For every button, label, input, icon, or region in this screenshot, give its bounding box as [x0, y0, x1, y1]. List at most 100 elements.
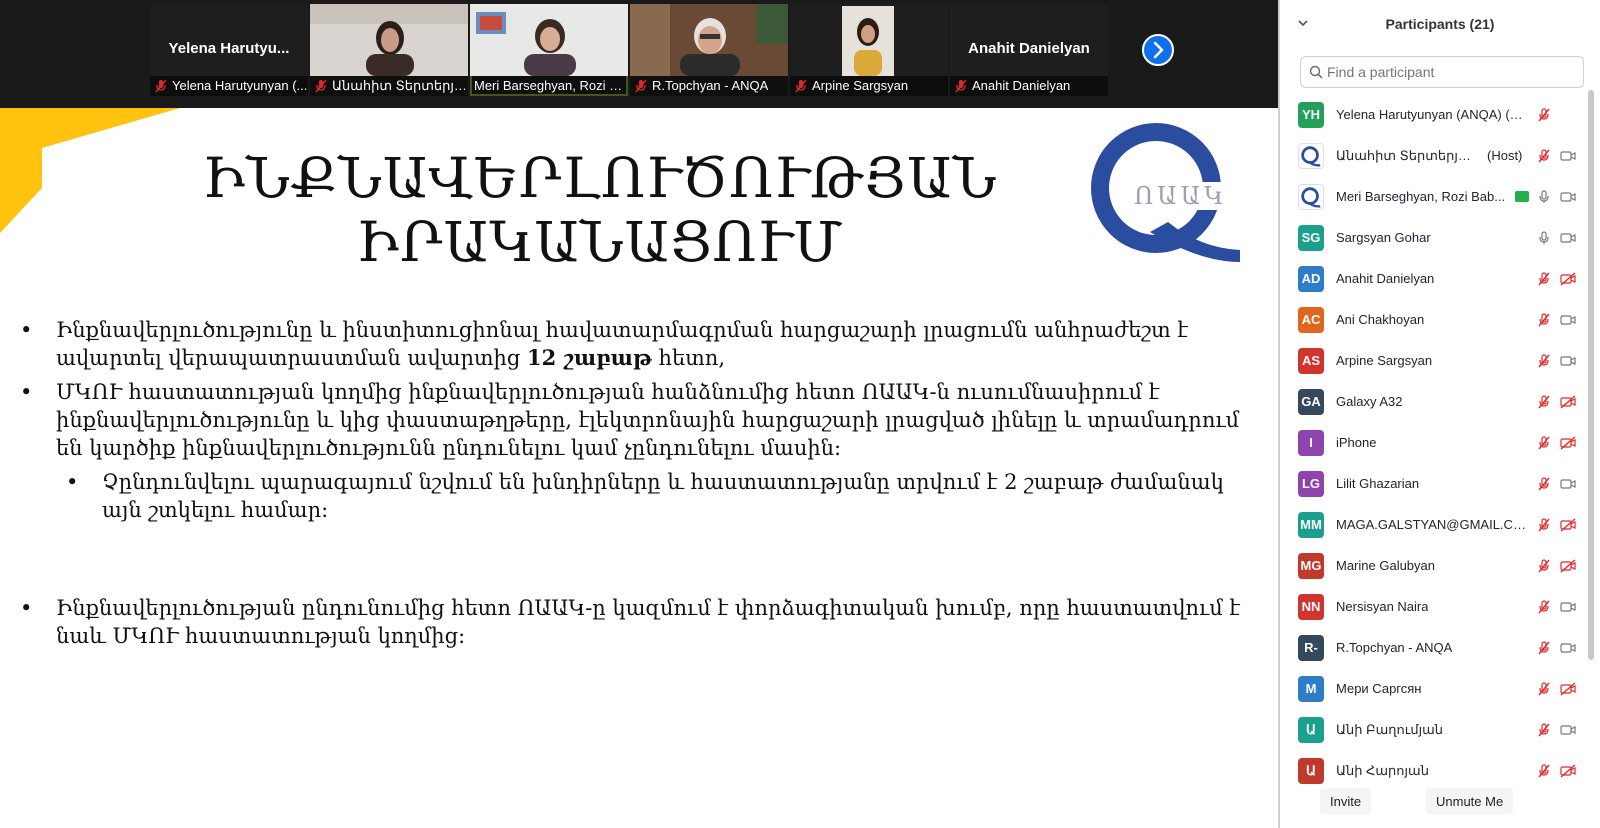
- avatar: MM: [1298, 512, 1324, 538]
- participant-name: Meri Barseghyan, Rozi Bab...: [1336, 189, 1506, 204]
- participant-name: Lilit Ghazarian: [1336, 476, 1420, 491]
- participants-panel: Participants (21) YH Yelena Harutyunyan (…: [1280, 0, 1600, 828]
- participant-name: Անի Բաղումյան: [1336, 722, 1444, 737]
- video-tile-meri[interactable]: Meri Barseghyan, Rozi B...: [470, 4, 628, 96]
- participant-name: MAGA.GALSTYAN@GMAIL.COM...: [1336, 517, 1526, 532]
- video-tile-anahit-t[interactable]: Անահիտ Տերտերյա...: [310, 4, 468, 96]
- mic-icon[interactable]: [1536, 189, 1552, 205]
- participant-row[interactable]: NN Nersisyan Naira: [1280, 586, 1586, 627]
- video-tile-topchyan[interactable]: R.Topchyan - ANQA: [630, 4, 788, 96]
- avatar: AC: [1298, 307, 1324, 333]
- mic-muted-icon[interactable]: [1536, 763, 1552, 779]
- participant-video: [790, 4, 948, 76]
- mic-muted-icon[interactable]: [1536, 517, 1552, 533]
- participant-name: Marine Galubyan: [1336, 558, 1435, 573]
- avatar: [1298, 143, 1324, 169]
- search-input[interactable]: [1327, 61, 1577, 83]
- participant-name: Sargsyan Gohar: [1336, 230, 1431, 245]
- participants-header: Participants (21): [1280, 0, 1600, 48]
- tile-name: Yelena Harutyu...: [168, 40, 290, 57]
- participant-row[interactable]: Meri Barseghyan, Rozi Bab...: [1280, 176, 1586, 217]
- host-tag: (Host): [1487, 148, 1523, 163]
- participant-row[interactable]: AC Ani Chakhoyan: [1280, 299, 1586, 340]
- video-icon[interactable]: [1560, 722, 1576, 738]
- participant-row[interactable]: MG Marine Galubyan: [1280, 545, 1586, 586]
- slide-title-line1: ԻՆՔՆԱՎԵՐԼՈՒԾՈՒԹՅԱՆ: [202, 146, 998, 210]
- video-icon[interactable]: [1560, 189, 1576, 205]
- video-icon[interactable]: [1560, 476, 1576, 492]
- mic-muted-icon[interactable]: [1536, 640, 1552, 656]
- participant-row[interactable]: M Мери Саргсян: [1280, 668, 1586, 709]
- video-tile-arpine[interactable]: Arpine Sargsyan: [790, 4, 948, 96]
- participant-video: [630, 4, 788, 76]
- mic-muted-icon[interactable]: [1536, 148, 1552, 164]
- avatar: R-: [1298, 635, 1324, 661]
- video-off-icon[interactable]: [1560, 271, 1576, 287]
- search-icon: [1309, 65, 1323, 79]
- bullet-list: • Ինքնավերլուծությունը և ինստիտուցիոնալ …: [20, 316, 1250, 650]
- mic-icon[interactable]: [1536, 230, 1552, 246]
- participant-row[interactable]: IiPhone: [1280, 422, 1586, 463]
- mic-muted-icon[interactable]: [1536, 435, 1552, 451]
- invite-button[interactable]: Invite: [1320, 788, 1372, 814]
- tile-caption: Anahit Danielyan: [950, 76, 1108, 96]
- avatar: Ա: [1298, 717, 1324, 743]
- video-icon[interactable]: [1560, 353, 1576, 369]
- participant-row[interactable]: YH Yelena Harutyunyan (ANQA) (Me): [1280, 94, 1586, 135]
- video-off-icon[interactable]: [1560, 681, 1576, 697]
- mic-muted-icon[interactable]: [1536, 476, 1552, 492]
- participant-row[interactable]: R- R.Topchyan - ANQA: [1280, 627, 1586, 668]
- avatar: Ա: [1298, 758, 1324, 784]
- mic-muted-icon[interactable]: [1536, 353, 1552, 369]
- tile-caption: Yelena Harutyunyan (...: [150, 76, 308, 96]
- logo-text: ՈԱԱԿ: [1134, 182, 1228, 210]
- avatar: MG: [1298, 553, 1324, 579]
- video-off-icon[interactable]: [1560, 763, 1576, 779]
- avatar: I: [1298, 430, 1324, 456]
- mic-muted-icon[interactable]: [1536, 271, 1552, 287]
- unmute-me-button[interactable]: Unmute Me: [1426, 788, 1514, 814]
- participant-name: R.Topchyan - ANQA: [1336, 640, 1453, 655]
- participant-row[interactable]: AS Arpine Sargsyan: [1280, 340, 1586, 381]
- participant-row[interactable]: AD Anahit Danielyan: [1280, 258, 1586, 299]
- participant-list: YH Yelena Harutyunyan (ANQA) (Me) Անահիտ Տ…: [1280, 94, 1586, 791]
- video-tile-yelena[interactable]: Yelena Harutyu... Yelena Harutyunyan (..…: [150, 4, 308, 96]
- mic-muted-icon: [955, 79, 967, 93]
- mic-muted-icon[interactable]: [1536, 681, 1552, 697]
- video-icon[interactable]: [1560, 640, 1576, 656]
- participant-row[interactable]: LG Lilit Ghazarian: [1280, 463, 1586, 504]
- video-icon[interactable]: [1560, 230, 1576, 246]
- participant-name: Мери Саргсян: [1336, 681, 1422, 696]
- next-page-button[interactable]: [1142, 34, 1174, 66]
- mic-muted-icon: [795, 79, 807, 93]
- participant-row[interactable]: MM MAGA.GALSTYAN@GMAIL.COM...: [1280, 504, 1586, 545]
- participant-row[interactable]: Ա Անի Բաղումյան: [1280, 709, 1586, 750]
- bullet-item: • Ինքնավերլուծության ընդունումից հետո ՈԱ…: [20, 596, 1241, 648]
- mic-muted-icon[interactable]: [1536, 599, 1552, 615]
- anqa-logo: ՈԱԱԿ: [1090, 122, 1250, 264]
- mic-muted-icon[interactable]: [1536, 394, 1552, 410]
- mic-muted-icon[interactable]: [1536, 558, 1552, 574]
- participant-row[interactable]: GA Galaxy A32: [1280, 381, 1586, 422]
- mic-muted-icon[interactable]: [1536, 722, 1552, 738]
- shared-slide: ԻՆՔՆԱՎԵՐԼՈՒԾՈՒԹՅԱՆ ԻՐԱԿԱՆԱՑՈՒՄ ՈԱԱԿ • Ին…: [0, 108, 1280, 828]
- participant-row[interactable]: Անահիտ Տերտերյան/Ո... (Host): [1280, 135, 1586, 176]
- video-off-icon[interactable]: [1560, 435, 1576, 451]
- participant-name: Galaxy A32: [1336, 394, 1403, 409]
- video-tile-anahit-d[interactable]: Anahit Danielyan Anahit Danielyan: [950, 4, 1108, 96]
- mic-muted-icon[interactable]: [1536, 107, 1552, 123]
- mic-muted-icon[interactable]: [1536, 312, 1552, 328]
- video-off-icon[interactable]: [1560, 558, 1576, 574]
- participant-video: [310, 4, 468, 76]
- scrollbar[interactable]: [1588, 90, 1594, 660]
- video-off-icon[interactable]: [1560, 394, 1576, 410]
- video-icon[interactable]: [1560, 148, 1576, 164]
- bullet-item: • Ինքնավերլուծությունը և ինստիտուցիոնալ …: [20, 318, 1189, 370]
- video-off-icon[interactable]: [1560, 517, 1576, 533]
- avatar: LG: [1298, 471, 1324, 497]
- video-strip: Yelena Harutyu... Yelena Harutyunyan (..…: [0, 0, 1280, 108]
- video-icon[interactable]: [1560, 312, 1576, 328]
- participant-search[interactable]: [1300, 56, 1584, 88]
- video-icon[interactable]: [1560, 599, 1576, 615]
- participant-row[interactable]: SG Sargsyan Gohar: [1280, 217, 1586, 258]
